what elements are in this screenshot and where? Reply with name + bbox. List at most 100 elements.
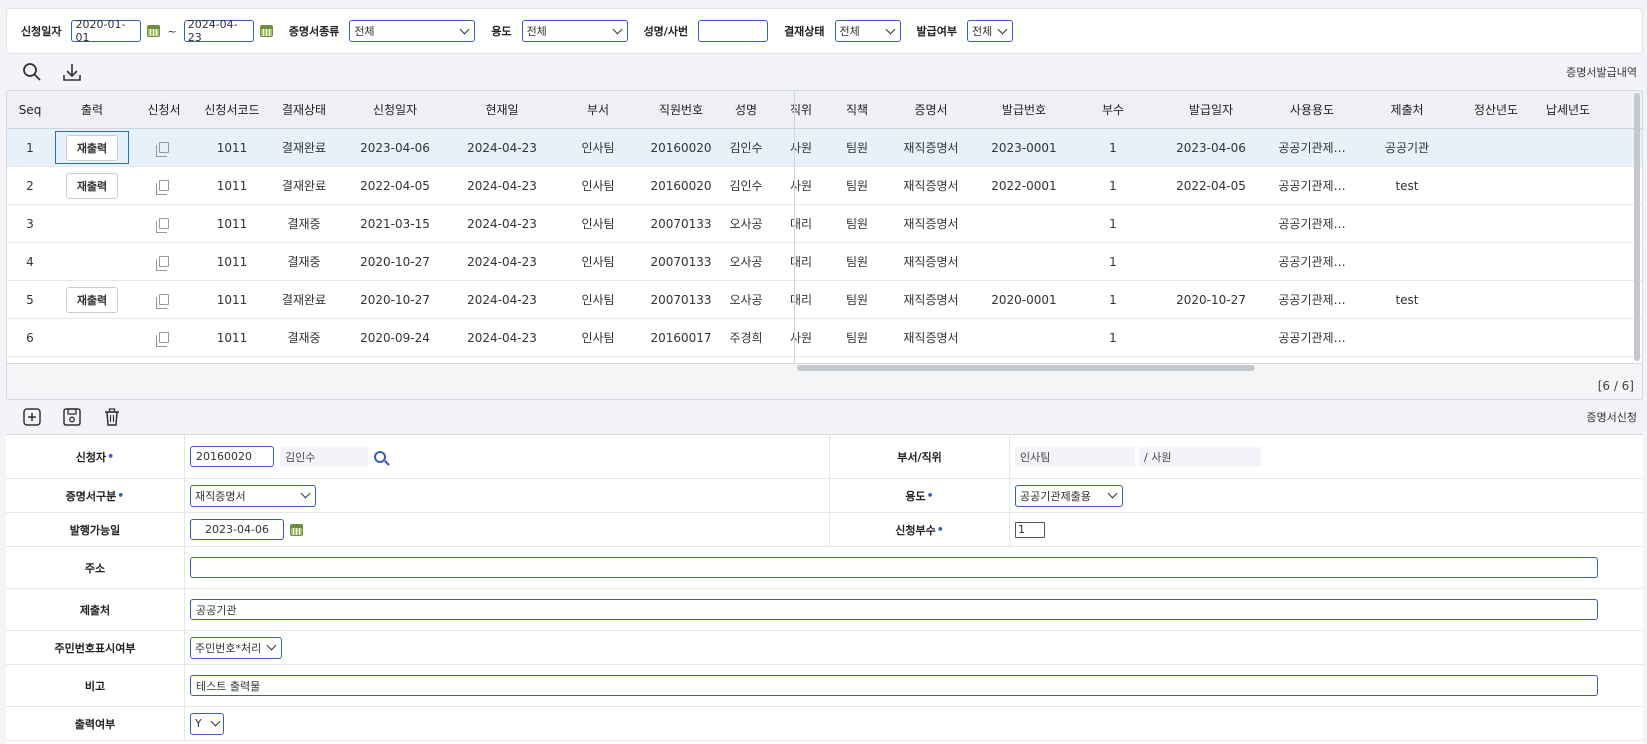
reprint-button[interactable]: 재출력 [65,134,119,161]
column-header[interactable]: 직원번호 [641,91,721,128]
horizontal-scrollbar[interactable] [797,365,1255,371]
column-header[interactable]: 신청서 [131,91,197,128]
approval-select[interactable]: 전체 [834,20,901,42]
cell-code: 1011 [216,178,248,193]
address-label: 주소 [6,547,185,588]
table-row[interactable]: 6 1011 결재중 2020-09-24 2024-04-23 인사팀 20160017 주… [7,319,1642,357]
column-header[interactable]: 신청일자 [341,91,449,128]
cell-position: 사원 [789,179,813,193]
approval-value: 전체 [839,25,860,38]
cell-issue-date: 2023-04-06 [1176,140,1246,155]
table-row[interactable]: 3 1011 결재중 2021-03-15 2024-04-23 인사팀 20070133 오… [7,205,1642,243]
applicant-emp-no-input[interactable]: 20160020 [190,446,274,467]
copies-input[interactable]: 1 [1015,521,1045,538]
submit-input[interactable]: 공공기관 [190,599,1598,620]
table-row[interactable]: 5 재출력 1011 결재완료 2020-10-27 2024-04-23 인사팀 20070… [7,281,1642,319]
calendar-icon[interactable] [259,25,273,37]
copy-icon[interactable] [156,294,169,309]
cell-apply-date: 2022-04-05 [360,178,430,193]
name-label: 성명/사번 [643,25,689,38]
date-from-input[interactable]: 2020-01-01 [71,18,142,44]
cell-emp-no: 20160020 [650,178,712,193]
reprint-button[interactable]: 재출력 [65,286,119,313]
issue-date-input[interactable]: 2023-04-06 [190,519,284,540]
cell-status: 결재중 [287,217,321,231]
column-header[interactable]: 사용용도 [1265,91,1359,128]
note-input[interactable]: 테스트 출력물 [190,675,1598,696]
cell-duty: 팀원 [845,179,869,193]
form-toolbar: 증명서신청 [6,403,1643,431]
calendar-icon[interactable] [290,523,303,536]
column-header[interactable]: 직책 [831,91,883,128]
search-icon[interactable] [22,62,42,82]
table-row[interactable]: 2 재출력 1011 결재완료 2022-04-05 2024-04-23 인사팀 20160… [7,167,1642,205]
form-row-rrn: 주민번호표시여부 주민번호*처리 [6,631,1643,665]
save-icon[interactable] [62,407,82,427]
download-icon[interactable] [62,62,82,82]
reprint-button[interactable]: 재출력 [65,172,119,199]
cell-code: 1011 [216,216,248,231]
cell-copies: 1 [1109,330,1117,345]
chevron-down-icon [885,24,895,34]
cell-issue-date [1157,319,1265,356]
cell-tax [1537,205,1599,242]
cell-position: 사원 [789,331,813,345]
column-header[interactable]: 신청서코드 [197,91,267,128]
cell-position: 사원 [789,141,813,155]
column-header[interactable]: 결재상태 [267,91,341,128]
column-header[interactable]: 발급일자 [1157,91,1265,128]
copy-icon[interactable] [156,142,169,157]
cert-type-select[interactable]: 재직증명서 [190,484,316,507]
column-header[interactable]: 납세년도 [1537,91,1599,128]
column-header[interactable]: 부수 [1069,91,1157,128]
cell-name: 오사공 [729,217,763,231]
form-row-applicant: 신청자 • 20160020 김인수 부서/직위 인사팀 / 사원 [6,435,1643,479]
date-range-tilde: ~ [167,24,177,38]
form-row-address: 주소 [6,547,1643,589]
cell-tax [1537,243,1599,280]
column-header[interactable]: 직위 [771,91,831,128]
column-header[interactable]: 부서 [555,91,641,128]
cell-apply-date: 2020-10-27 [360,254,430,269]
column-header[interactable]: 현재일 [449,91,555,128]
print-select[interactable]: Y [190,712,224,735]
issue-value: 전체 [972,25,993,38]
copy-icon[interactable] [156,256,169,271]
cell-today: 2024-04-23 [467,216,537,231]
cell-issue-no [979,205,1069,242]
rrn-select[interactable]: 주민번호*처리 [190,636,282,659]
search-icon[interactable] [374,450,386,463]
cert-type-select[interactable]: 전체 [349,20,476,42]
rrn-value: 주민번호*처리 [195,641,262,655]
address-input[interactable] [190,557,1598,578]
cell-settle [1455,243,1537,280]
issue-select[interactable]: 전체 [967,20,1014,42]
copy-icon[interactable] [156,180,169,195]
column-header[interactable]: 정산년도 [1455,91,1537,128]
date-to-input[interactable]: 2024-04-23 [183,18,254,44]
column-header[interactable]: Seq [7,91,53,128]
date-label: 신청일자 [21,25,62,38]
cell-submit: test [1395,178,1419,193]
column-header[interactable]: 성명 [721,91,771,128]
table-row[interactable]: 1 재출력 1011 결재완료 2023-04-06 2024-04-23 인사팀 20160… [7,129,1642,167]
add-icon[interactable] [22,407,42,427]
name-input[interactable] [698,20,769,42]
cell-today: 2024-04-23 [467,254,537,269]
cell-dept: 인사팀 [581,217,615,231]
copy-icon[interactable] [156,218,169,233]
purpose-select[interactable]: 공공기관제출용 [1015,484,1123,507]
vertical-scrollbar[interactable] [1634,93,1640,361]
form-row-print: 출력여부 Y [6,707,1643,741]
column-header[interactable]: 증명서 [883,91,979,128]
table-row[interactable]: 4 1011 결재중 2020-10-27 2024-04-23 인사팀 20070133 오… [7,243,1642,281]
grid-header: Seq 출력 신청서 신청서코드 결재상태 신청일자 현재일 부서 직원번호 성명 직위 직책 증명서 발… [7,91,1642,129]
trash-icon[interactable] [102,407,122,427]
column-header[interactable]: 제출처 [1359,91,1455,128]
column-header[interactable]: 발급번호 [979,91,1069,128]
calendar-icon[interactable] [147,25,161,37]
column-header[interactable]: 출력 [53,91,131,128]
purpose-select[interactable]: 전체 [521,20,628,42]
application-cell [131,205,197,242]
copy-icon[interactable] [156,332,169,347]
